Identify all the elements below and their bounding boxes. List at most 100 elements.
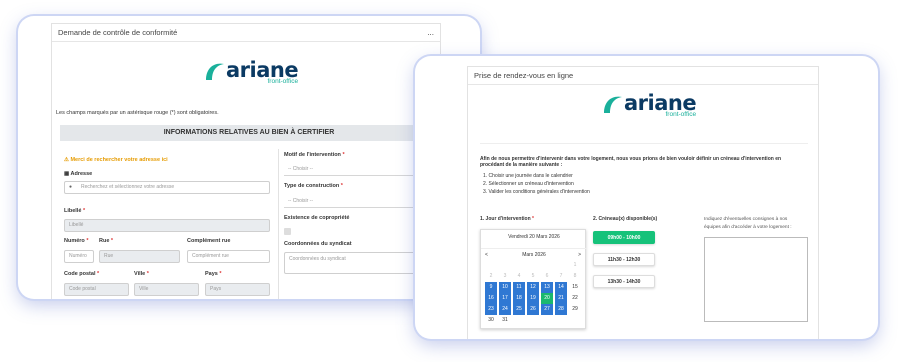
calendar-day[interactable]: 16 bbox=[485, 293, 497, 304]
location-pin-icon: ● bbox=[69, 184, 73, 190]
instructions-textarea[interactable] bbox=[704, 237, 808, 322]
building-icon: ▦ bbox=[64, 171, 70, 177]
ariane-logo: ariane front-office bbox=[602, 91, 697, 118]
calendar-day[interactable]: 24 bbox=[499, 304, 511, 315]
calendar-day[interactable]: 5 bbox=[527, 271, 539, 282]
window-menu-button[interactable]: ... bbox=[427, 24, 434, 42]
slots-label: 2. Créneau(x) disponible(s) bbox=[593, 216, 658, 222]
calendar-day[interactable]: 8 bbox=[569, 271, 581, 282]
calendar-day[interactable]: 14 bbox=[555, 282, 567, 293]
section-title: INFORMATIONS RELATIVES AU BIEN À CERTIFI… bbox=[60, 125, 438, 141]
calendar-day bbox=[541, 315, 553, 326]
calendar-day[interactable]: 6 bbox=[541, 271, 553, 282]
calendar-day[interactable]: 4 bbox=[513, 271, 525, 282]
calendar-day bbox=[513, 260, 525, 271]
time-slot-button[interactable]: 11h30 - 12h30 bbox=[593, 253, 655, 266]
postal-code-label: Code postal * bbox=[64, 271, 100, 277]
address-search-input[interactable]: ● Recherchez et sélectionnez votre adres… bbox=[64, 181, 270, 194]
selected-date: Vendredi 20 Mars 2026 bbox=[508, 234, 560, 240]
calendar-day[interactable]: 29 bbox=[569, 304, 581, 315]
step-3: 3. Valider les conditions générales d'in… bbox=[483, 189, 590, 195]
libelle-label: Libellé * bbox=[64, 208, 86, 214]
copro-checkbox[interactable] bbox=[284, 228, 291, 235]
calendar-day[interactable]: 21 bbox=[555, 293, 567, 304]
calendar-day[interactable]: 17 bbox=[499, 293, 511, 304]
day-label: 1. Jour d'intervention * bbox=[480, 216, 534, 222]
calendar-day[interactable]: 22 bbox=[569, 293, 581, 304]
calendar-day[interactable]: 30 bbox=[485, 315, 497, 326]
syndicat-label: Coordonnées du syndicat bbox=[284, 241, 352, 247]
logo-mark-icon bbox=[604, 96, 622, 113]
calendar-day bbox=[485, 260, 497, 271]
date-picker[interactable]: Vendredi 20 Mars 2026 < Mars 2026 > 1234… bbox=[480, 229, 587, 330]
calendar-day[interactable]: 25 bbox=[513, 304, 525, 315]
rue-field[interactable]: Rue bbox=[99, 250, 180, 263]
address-label: ▦ Adresse bbox=[64, 171, 93, 177]
calendar-day[interactable]: 31 bbox=[499, 315, 511, 326]
step-1: 1. Choisir une journée dans le calendrie… bbox=[483, 173, 573, 179]
calendar-day[interactable]: 2 bbox=[485, 271, 497, 282]
pays-field[interactable]: Pays bbox=[205, 283, 270, 296]
construction-label: Type de construction * bbox=[284, 183, 343, 189]
time-slot-button[interactable]: 13h30 - 14h30 bbox=[593, 275, 655, 288]
calendar-day[interactable]: 19 bbox=[527, 293, 539, 304]
complement-label: Complément rue bbox=[187, 238, 231, 244]
column-divider bbox=[278, 149, 279, 299]
calendar-day bbox=[527, 260, 539, 271]
time-slot-button[interactable]: 09h00 - 10h00 bbox=[593, 231, 655, 244]
conformity-request-card: Demande de contrôle de conformité ... ar… bbox=[18, 16, 480, 299]
postal-code-field[interactable]: Code postal bbox=[64, 283, 129, 296]
required-note: Les champs marqués par un astérisque rou… bbox=[56, 110, 219, 116]
motif-label: Motif de l'intervention * bbox=[284, 152, 345, 158]
month-label: Mars 2026 bbox=[522, 252, 546, 258]
calendar-day[interactable]: 23 bbox=[485, 304, 497, 315]
calendar-day bbox=[499, 260, 511, 271]
calendar-day bbox=[569, 315, 581, 326]
calendar-day[interactable]: 20 bbox=[541, 293, 553, 304]
calendar-day[interactable]: 26 bbox=[527, 304, 539, 315]
steps-list: 1. Choisir une journée dans le calendrie… bbox=[483, 172, 590, 196]
calendar-grid: 1 2 3 4 5 6 7 8 9 10 11 12 13 14 15 16 17 18 19 20 21 22 23 24 2… bbox=[485, 260, 583, 330]
calendar-day bbox=[555, 260, 567, 271]
calendar-day[interactable]: 9 bbox=[485, 282, 497, 293]
logo-mark-icon bbox=[206, 63, 224, 80]
numero-label: Numéro * bbox=[64, 238, 89, 244]
libelle-field[interactable]: Libellé bbox=[64, 219, 270, 232]
appointment-card: Prise de rendez-vous en ligne ariane fro… bbox=[415, 56, 878, 339]
numero-field[interactable]: Numéro bbox=[64, 250, 94, 263]
address-warning: ⚠ Merci de rechercher votre adresse ici bbox=[64, 157, 168, 163]
complement-field[interactable]: Complément rue bbox=[187, 250, 270, 263]
calendar-day[interactable]: 13 bbox=[541, 282, 553, 293]
ariane-logo: ariane front-office bbox=[204, 58, 299, 85]
window-title: Prise de rendez-vous en ligne bbox=[474, 71, 574, 80]
notes-label: Indiquez d'éventuelles consignes à nos é… bbox=[704, 217, 792, 230]
conformity-form-window: Demande de contrôle de conformité ... ar… bbox=[51, 23, 444, 299]
window-title: Demande de contrôle de conformité bbox=[58, 28, 178, 37]
calendar-day bbox=[527, 315, 539, 326]
window-header: Demande de contrôle de conformité ... bbox=[52, 24, 440, 42]
ville-field[interactable]: Ville bbox=[134, 283, 199, 296]
divider bbox=[480, 143, 808, 144]
intro-text: Afin de nous permettre d'intervenir dans… bbox=[480, 156, 782, 168]
calendar-day[interactable]: 1 bbox=[569, 260, 581, 271]
copro-label: Existence de copropriété bbox=[284, 215, 350, 221]
next-month-button[interactable]: > bbox=[578, 252, 581, 258]
step-2: 2. Sélectionner un créneau d'interventio… bbox=[483, 181, 574, 187]
calendar-day[interactable]: 18 bbox=[513, 293, 525, 304]
calendar-day[interactable]: 15 bbox=[569, 282, 581, 293]
window-header: Prise de rendez-vous en ligne bbox=[468, 67, 818, 85]
calendar-day[interactable]: 28 bbox=[555, 304, 567, 315]
calendar-day bbox=[541, 260, 553, 271]
appointment-window: Prise de rendez-vous en ligne ariane fro… bbox=[467, 66, 819, 339]
calendar-day[interactable]: 27 bbox=[541, 304, 553, 315]
calendar-day[interactable]: 10 bbox=[499, 282, 511, 293]
ville-label: Ville * bbox=[134, 271, 149, 277]
calendar-day[interactable]: 12 bbox=[527, 282, 539, 293]
calendar-day[interactable]: 7 bbox=[555, 271, 567, 282]
calendar-day[interactable]: 11 bbox=[513, 282, 525, 293]
calendar-day bbox=[555, 315, 567, 326]
pays-label: Pays * bbox=[205, 271, 222, 277]
rue-label: Rue * bbox=[99, 238, 114, 244]
calendar-day[interactable]: 3 bbox=[499, 271, 511, 282]
warning-icon: ⚠ bbox=[64, 157, 69, 163]
